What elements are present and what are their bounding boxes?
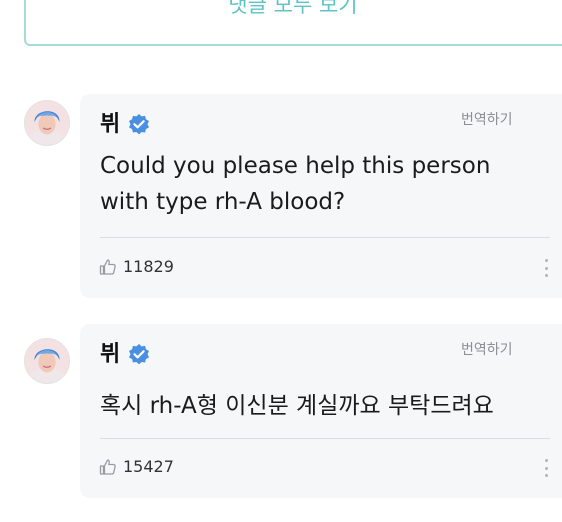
comment-author[interactable]: 뷔 bbox=[100, 342, 120, 368]
comment-author[interactable]: 뷔 bbox=[100, 112, 120, 138]
thumbs-up-icon bbox=[98, 257, 118, 277]
user-avatar-icon bbox=[25, 101, 69, 145]
divider bbox=[100, 438, 550, 439]
avatar[interactable] bbox=[24, 338, 70, 384]
verified-badge-icon bbox=[127, 113, 151, 137]
comment-text: Could you please help this person with t… bbox=[100, 148, 552, 220]
divider bbox=[100, 237, 550, 238]
translate-button[interactable]: 번역하기 bbox=[461, 110, 513, 130]
like-button[interactable]: 11829 bbox=[98, 257, 174, 277]
user-avatar-icon bbox=[25, 339, 69, 383]
comment-card: 뷔 번역하기 혹시 rh-A형 이신분 계실까요 부탁드려요 15427 bbox=[80, 324, 562, 498]
avatar[interactable] bbox=[24, 100, 70, 146]
comment-text-line: 혹시 rh-A형 이신분 계실까요 부탁드려요 bbox=[100, 393, 494, 419]
comment-text: 혹시 rh-A형 이신분 계실까요 부탁드려요 bbox=[100, 388, 552, 424]
like-count: 15427 bbox=[123, 457, 174, 476]
comment-text-line: with type rh-A blood? bbox=[100, 189, 346, 215]
comment-card: 뷔 번역하기 Could you please help this person… bbox=[80, 94, 562, 298]
comment-text-line: Could you please help this person bbox=[100, 153, 491, 179]
more-vertical-icon[interactable] bbox=[542, 259, 550, 277]
translate-button[interactable]: 번역하기 bbox=[461, 340, 513, 360]
view-all-comments-label: 댓글 모두 보기 bbox=[228, 0, 358, 17]
thumbs-up-icon bbox=[98, 457, 118, 477]
view-all-comments-button[interactable]: 댓글 모두 보기 bbox=[24, 0, 562, 46]
verified-badge-icon bbox=[127, 343, 151, 367]
more-vertical-icon[interactable] bbox=[542, 459, 550, 477]
like-count: 11829 bbox=[123, 257, 174, 276]
like-button[interactable]: 15427 bbox=[98, 457, 174, 477]
